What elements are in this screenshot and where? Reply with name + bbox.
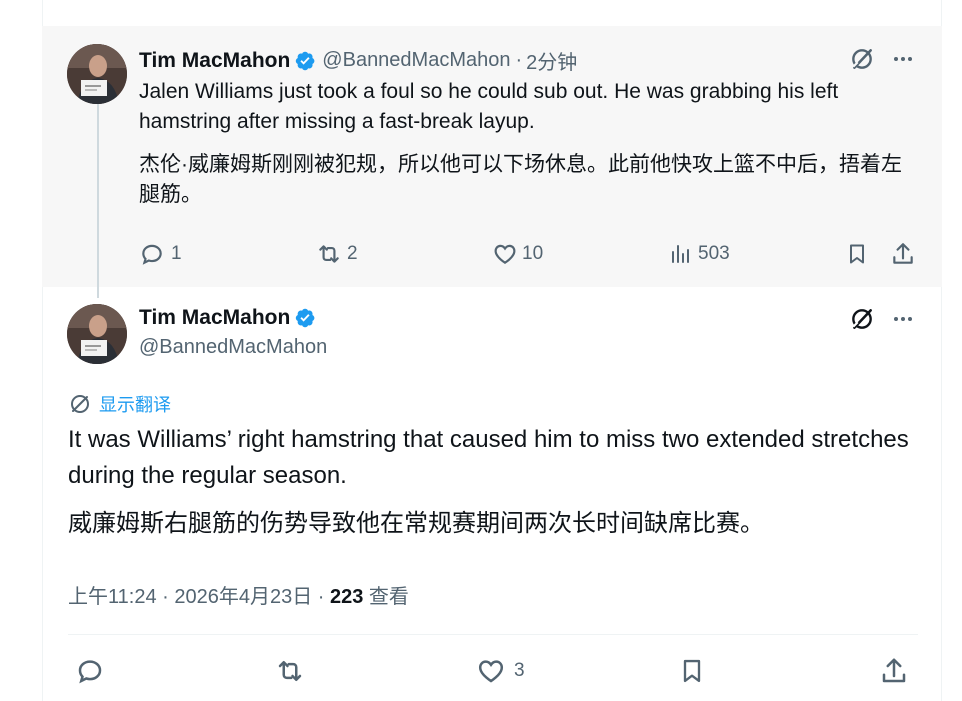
tweet-text-zh: 威廉姆斯右腿筋的伤势导致他在常规赛期间两次长时间缺席比赛。: [68, 510, 764, 537]
divider: [68, 634, 918, 635]
reply-count: 1: [171, 243, 182, 264]
parent-tweet-header: Tim MacMahon @BannedMacMahon · 2分钟: [139, 46, 577, 75]
show-translation-link[interactable]: 显示翻译: [68, 391, 171, 417]
tweet-time[interactable]: 2分钟: [526, 46, 577, 75]
like-icon: [478, 660, 504, 683]
avatar[interactable]: [67, 44, 127, 104]
more-icon[interactable]: [890, 46, 916, 72]
retweet-icon: [319, 245, 339, 263]
bookmark-icon: [850, 244, 864, 264]
tweet-text-en: It was Williams’ right hamstring that ca…: [68, 426, 909, 489]
verified-badge-icon[interactable]: [294, 50, 316, 72]
views-button[interactable]: 503: [668, 241, 730, 267]
more-icon[interactable]: [890, 306, 916, 332]
author-handle[interactable]: @BannedMacMahon: [322, 49, 510, 72]
share-button[interactable]: [890, 241, 916, 267]
retweet-button[interactable]: [274, 656, 306, 686]
translate-icon: [71, 395, 89, 413]
retweet-button[interactable]: 2: [315, 241, 358, 267]
verified-badge-icon[interactable]: [294, 307, 316, 329]
share-icon: [893, 243, 913, 264]
bookmark-icon: [683, 659, 701, 683]
author-name[interactable]: Tim MacMahon: [139, 306, 290, 330]
main-tweet-header: Tim MacMahon: [139, 306, 316, 330]
view-count: 223: [329, 586, 364, 608]
avatar[interactable]: [67, 304, 127, 364]
retweet-icon: [278, 661, 302, 681]
reply-icon: [142, 244, 162, 265]
avatar-image: [67, 44, 127, 104]
like-button[interactable]: 10: [492, 241, 543, 267]
grok-icon[interactable]: [849, 46, 875, 72]
like-count: 3: [514, 660, 525, 681]
avatar-image: [67, 304, 127, 364]
tweet-text-en: Jalen Williams just took a foul so he co…: [139, 80, 839, 133]
bookmark-button[interactable]: [845, 241, 869, 267]
tweet-meta: 上午11:24 · 2026年4月23日 · 223 查看: [68, 580, 409, 609]
reply-icon: [78, 660, 102, 684]
like-count: 10: [522, 243, 544, 264]
author-handle[interactable]: @BannedMacMahon: [139, 336, 327, 359]
tweet-text-zh: 杰伦·威廉姆斯刚刚被犯规，所以他可以下场休息。此前他快攻上篮不中后，捂着左腿筋。: [139, 153, 902, 206]
views-label: 查看: [363, 586, 409, 608]
like-icon: [494, 244, 516, 264]
tweet-timestamp[interactable]: 上午11:24 · 2026年4月23日 ·: [68, 586, 330, 608]
view-count: 503: [698, 243, 730, 264]
author-name[interactable]: Tim MacMahon: [139, 49, 290, 73]
separator-dot: ·: [515, 49, 523, 71]
reply-button[interactable]: 1: [139, 241, 182, 267]
reply-button[interactable]: [75, 656, 105, 686]
share-button[interactable]: [879, 656, 909, 686]
views-icon: [672, 245, 689, 263]
share-icon: [882, 658, 906, 683]
translate-label: 显示翻译: [99, 395, 171, 415]
like-button[interactable]: 3: [476, 656, 525, 686]
retweet-count: 2: [347, 243, 358, 264]
grok-icon[interactable]: [849, 306, 875, 332]
thread-connector-line: [97, 104, 99, 298]
bookmark-button[interactable]: [678, 656, 706, 686]
